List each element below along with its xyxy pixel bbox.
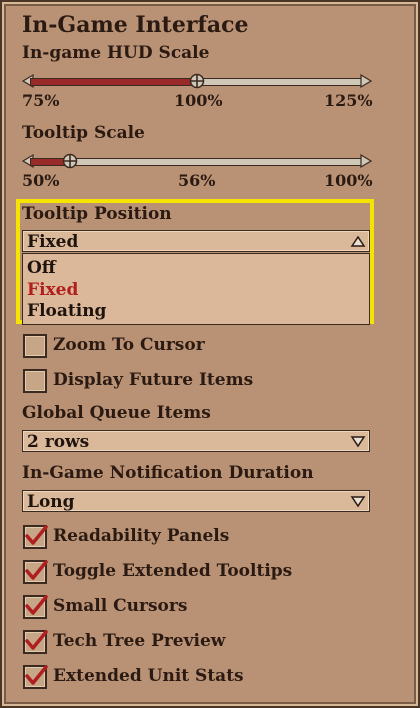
extended-unit-stats-checkbox[interactable] [23, 665, 48, 689]
readability-panels-checkbox[interactable] [23, 525, 48, 549]
tooltip-position-dropdown[interactable]: Fixed [22, 230, 370, 252]
panel-title: In-Game Interface [22, 12, 249, 38]
tooltip-position-label: Tooltip Position [22, 204, 172, 224]
tooltip-scale-label: Tooltip Scale [22, 123, 145, 143]
chevron-down-icon [350, 433, 366, 448]
zoom-to-cursor-label: Zoom To Cursor [53, 335, 205, 355]
tech-tree-preview-label: Tech Tree Preview [53, 631, 226, 651]
checkmark-icon [25, 560, 48, 580]
hud-scale-fill [31, 79, 197, 85]
tooltip-scale-slider[interactable] [22, 152, 372, 170]
display-future-items-label: Display Future Items [53, 370, 254, 390]
tooltip-scale-track[interactable] [30, 158, 364, 166]
notification-duration-label: In-Game Notification Duration [22, 463, 314, 483]
tooltip-scale-knob[interactable] [61, 152, 79, 170]
tech-tree-preview-checkbox[interactable] [23, 630, 48, 654]
extended-tooltips-checkbox[interactable] [23, 560, 48, 584]
tooltip-tick-min: 50% [22, 171, 60, 190]
option-fixed[interactable]: Fixed [27, 280, 78, 300]
notification-duration-dropdown[interactable]: Long [22, 490, 370, 512]
hud-scale-knob[interactable] [188, 72, 206, 90]
tooltip-position-value: Fixed [27, 232, 79, 252]
tooltip-position-options: Off Fixed Floating [22, 253, 370, 325]
global-queue-value: 2 rows [27, 432, 90, 452]
chevron-down-icon [350, 493, 366, 508]
hud-tick-max: 125% [324, 91, 373, 110]
notification-duration-value: Long [27, 492, 75, 512]
hud-scale-label: In-game HUD Scale [22, 43, 210, 63]
option-off[interactable]: Off [27, 258, 56, 278]
chevron-up-icon [350, 233, 366, 247]
global-queue-label: Global Queue Items [22, 403, 211, 423]
hud-tick-min: 75% [22, 91, 60, 110]
checkmark-icon [25, 630, 48, 650]
global-queue-dropdown[interactable]: 2 rows [22, 430, 370, 452]
readability-panels-label: Readability Panels [53, 526, 230, 546]
checkmark-icon [25, 665, 48, 685]
slider-right-cap-icon [360, 154, 372, 168]
in-game-interface-panel: In-Game Interface In-game HUD Scale 75% … [0, 0, 420, 708]
hud-scale-slider[interactable] [22, 72, 372, 90]
tooltip-tick-max: 100% [324, 171, 373, 190]
zoom-to-cursor-checkbox[interactable] [23, 334, 47, 358]
checkmark-icon [25, 595, 48, 615]
checkmark-icon [25, 525, 48, 545]
tooltip-tick-mid: 56% [178, 171, 216, 190]
display-future-items-checkbox[interactable] [23, 369, 47, 393]
option-floating[interactable]: Floating [27, 301, 106, 321]
hud-tick-mid: 100% [174, 91, 223, 110]
slider-right-cap-icon [360, 74, 372, 88]
extended-unit-stats-label: Extended Unit Stats [53, 666, 244, 686]
extended-tooltips-label: Toggle Extended Tooltips [53, 561, 293, 581]
small-cursors-label: Small Cursors [53, 596, 188, 616]
small-cursors-checkbox[interactable] [23, 595, 48, 619]
